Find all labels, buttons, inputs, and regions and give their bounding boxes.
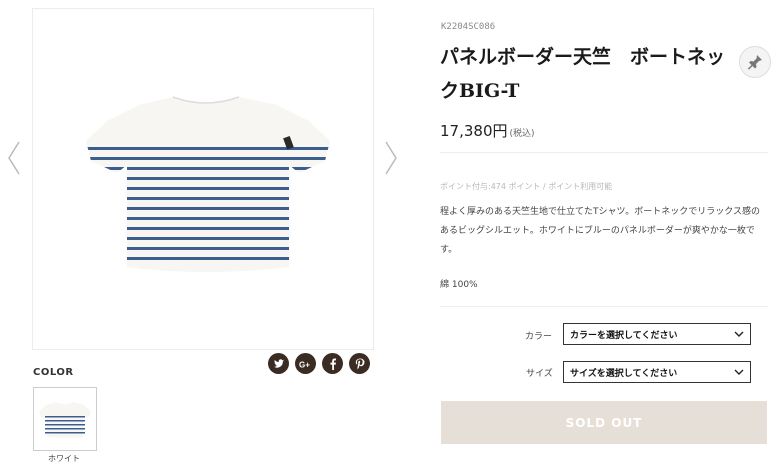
product-sku: K2204SC086 <box>441 22 496 32</box>
product-image-frame <box>32 8 374 350</box>
product-title: パネルボーダー天竺 ボートネックBIG-T <box>440 46 726 102</box>
pinterest-icon <box>355 358 364 369</box>
color-section-label: COLOR <box>33 367 74 378</box>
divider <box>440 152 768 153</box>
google-plus-icon: G+ <box>299 360 310 369</box>
price: 17,380円 (税込) <box>440 120 535 141</box>
chevron-down-icon <box>734 369 744 375</box>
tax-note: (税込) <box>509 129 535 139</box>
divider <box>440 306 768 307</box>
facebook-icon <box>330 358 336 370</box>
svg-text:G+: G+ <box>299 360 310 369</box>
chevron-left-icon <box>8 141 20 175</box>
chevron-down-icon <box>734 331 744 337</box>
points-info: ポイント付与:474 ポイント / ポイント利用可能 <box>440 182 613 191</box>
size-select[interactable]: サイズを選択してください <box>563 361 751 383</box>
product-description: 程よく厚みのある天竺生地で仕立てたTシャツ。ボートネックでリラックス感のあるビッ… <box>440 207 760 255</box>
color-select-value: カラーを選択してください <box>570 330 678 341</box>
color-select[interactable]: カラーを選択してください <box>563 323 751 345</box>
product-material: 綿 100% <box>440 280 478 290</box>
size-option-label: サイズ <box>526 369 553 379</box>
swatch-caption: ホワイト <box>48 454 80 463</box>
prev-image-button[interactable] <box>6 138 22 178</box>
favorite-pin-button[interactable] <box>739 46 771 78</box>
product-photo <box>86 96 330 272</box>
price-value: 17,380円 <box>440 122 508 140</box>
pin-icon <box>748 55 762 70</box>
twitter-icon <box>273 358 284 368</box>
chevron-right-icon <box>385 141 397 175</box>
twitter-share-button[interactable] <box>268 353 289 374</box>
sold-out-button[interactable]: SOLD OUT <box>441 401 767 444</box>
facebook-share-button[interactable] <box>322 353 343 374</box>
next-image-button[interactable] <box>383 138 399 178</box>
google-plus-share-button[interactable]: G+ <box>295 353 316 374</box>
color-swatch-white[interactable] <box>33 387 97 451</box>
color-option-label: カラー <box>525 332 553 342</box>
pinterest-share-button[interactable] <box>349 353 370 374</box>
swatch-thumbnail <box>39 402 91 438</box>
size-select-value: サイズを選択してください <box>570 368 678 379</box>
social-share-bar: G+ <box>268 353 370 374</box>
